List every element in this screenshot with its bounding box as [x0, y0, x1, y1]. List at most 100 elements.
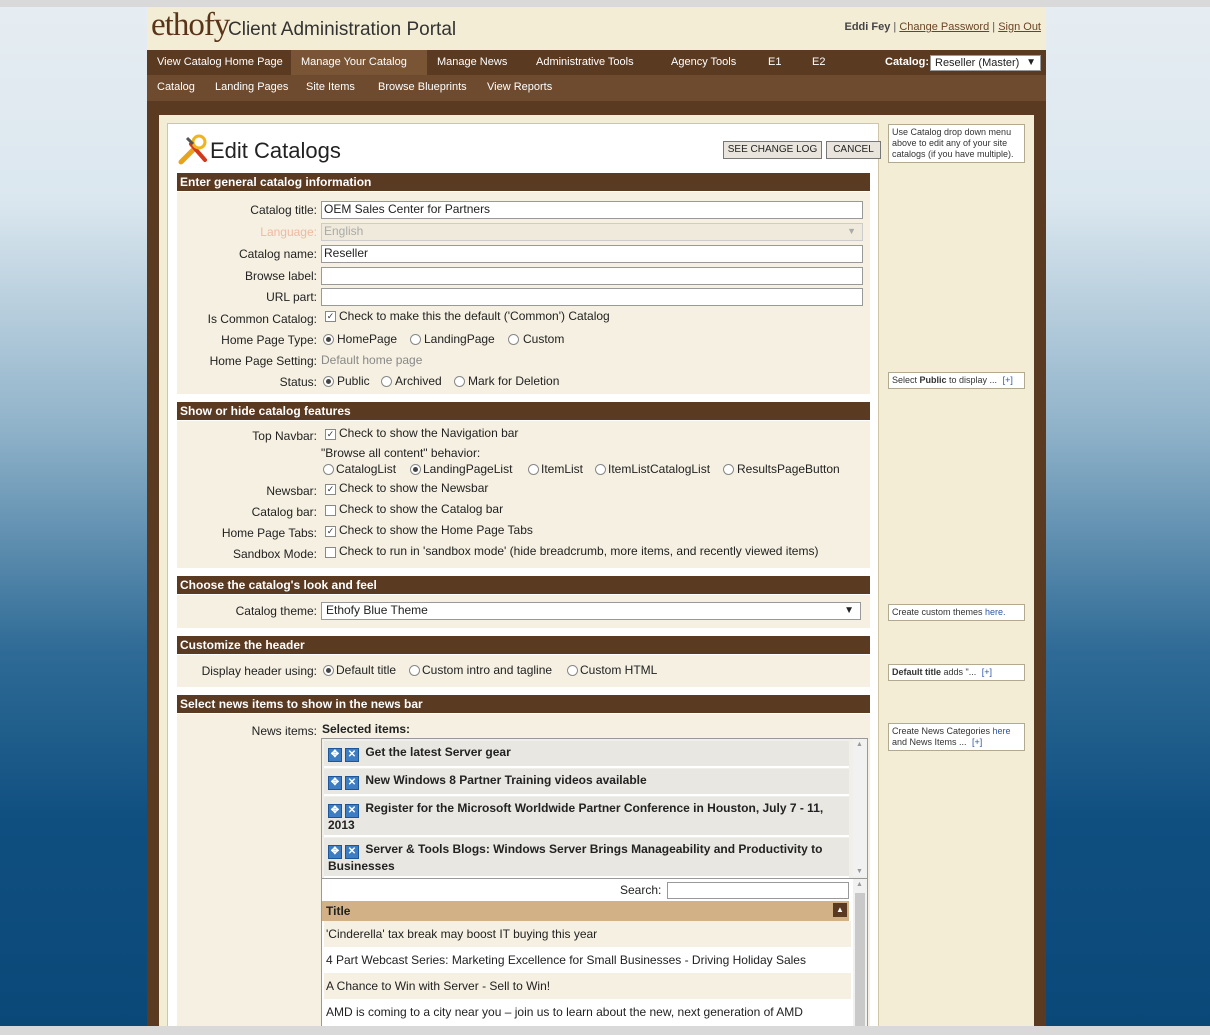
selected-news-item[interactable]: ✥ ✕ Server & Tools Blogs: Windows Server … — [324, 838, 849, 878]
picker-scrollbar[interactable]: ▲ — [853, 879, 867, 1026]
selected-news-item[interactable]: ✥ ✕ Register for the Microsoft Worldwide … — [324, 797, 849, 837]
title-column-header[interactable]: Title ▲ — [322, 901, 849, 921]
search-input[interactable] — [667, 882, 849, 899]
separator: | — [992, 21, 996, 33]
remove-icon[interactable]: ✕ — [345, 776, 359, 790]
status-mark-deletion-radio[interactable] — [454, 376, 465, 387]
selected-items-label: Selected items: — [322, 722, 411, 736]
catalog-title-input[interactable]: OEM Sales Center for Partners — [321, 201, 863, 219]
status-public-radio[interactable] — [323, 376, 334, 387]
nav-administrative-tools[interactable]: Administrative Tools — [526, 50, 644, 75]
home-page-type-custom-radio[interactable] — [508, 334, 519, 345]
tip-text: Select — [892, 375, 920, 385]
url-part-row: URL part: — [177, 287, 870, 307]
home-tabs-text: Check to show the Home Page Tabs — [339, 523, 533, 537]
section-news: News items: Selected items: ✥ ✕ Get the l… — [177, 714, 870, 1026]
status-label: Status: — [279, 375, 317, 389]
nav-e1[interactable]: E1 — [758, 50, 791, 75]
subnav-site-items[interactable]: Site Items — [306, 75, 355, 100]
ethofy-logo[interactable]: ethofy — [151, 7, 230, 44]
cancel-button[interactable]: CANCEL — [826, 141, 881, 159]
catalog-name-input[interactable]: Reseller — [321, 245, 863, 263]
newsbar-row: Newsbar: ✓ Check to show the Newsbar — [177, 481, 870, 501]
nav-agency-tools[interactable]: Agency Tools — [661, 50, 746, 75]
nav-manage-news[interactable]: Manage News — [427, 50, 517, 75]
tip-text: Create News Categories — [892, 726, 993, 736]
sign-out-link[interactable]: Sign Out — [998, 21, 1041, 33]
scroll-up-icon[interactable]: ▲ — [856, 741, 863, 748]
section-features-header: Show or hide catalog features — [177, 402, 870, 420]
selected-news-item[interactable]: ✥ ✕ Get the latest Server gear — [324, 741, 849, 768]
browse-landingpagelist-radio[interactable] — [410, 464, 421, 475]
news-categories-link[interactable]: here — [993, 726, 1011, 736]
section-look-header: Choose the catalog's look and feel — [177, 576, 870, 594]
catalog-select[interactable]: Reseller (Master) ▼ — [930, 55, 1041, 71]
home-page-type-homepage-radio[interactable] — [323, 334, 334, 345]
scroll-down-icon[interactable]: ▼ — [856, 868, 863, 875]
section-general: Catalog title: OEM Sales Center for Part… — [177, 192, 870, 394]
remove-icon[interactable]: ✕ — [345, 748, 359, 762]
header-custom-html-radio[interactable] — [567, 665, 578, 676]
see-change-log-button[interactable]: SEE CHANGE LOG — [723, 141, 822, 159]
is-common-label: Is Common Catalog: — [207, 312, 317, 326]
scroll-thumb[interactable] — [855, 893, 865, 1026]
nav-manage-your-catalog[interactable]: Manage Your Catalog — [291, 50, 427, 75]
tip-text: adds "... — [941, 667, 977, 677]
catalog-bar-row: Catalog bar: Check to show the Catalog b… — [177, 502, 870, 522]
available-news-picker: Search: Title ▲ 'Cinderella' tax break m… — [321, 878, 868, 1026]
nav-e2[interactable]: E2 — [802, 50, 835, 75]
theme-select[interactable]: Ethofy Blue Theme ▼ — [321, 602, 861, 620]
section-header-header: Customize the header — [177, 636, 870, 654]
is-common-checkbox[interactable]: ✓ — [325, 311, 336, 322]
newsbar-checkbox[interactable]: ✓ — [325, 484, 336, 495]
scroll-up-icon[interactable]: ▲ — [856, 881, 863, 888]
news-item-title: Register for the Microsoft Worldwide Par… — [328, 801, 824, 832]
nav-view-catalog-home[interactable]: View Catalog Home Page — [147, 50, 293, 75]
available-news-row[interactable]: AMD is coming to a city near you – join … — [324, 999, 851, 1025]
home-page-setting-value: Default home page — [321, 353, 423, 367]
browse-resultspagebutton-radio[interactable] — [723, 464, 734, 475]
secondary-nav: Catalog Landing Pages Site Items Browse … — [147, 75, 1046, 101]
browse-label-input[interactable] — [321, 267, 863, 285]
browse-cataloglist-radio[interactable] — [323, 464, 334, 475]
home-page-type-landingpage-radio[interactable] — [410, 334, 421, 345]
subnav-view-reports[interactable]: View Reports — [487, 75, 552, 100]
move-icon[interactable]: ✥ — [328, 804, 342, 818]
header-tip-more-link[interactable]: [+] — [982, 667, 992, 677]
status-tip-more-link[interactable]: [+] — [1003, 375, 1013, 385]
move-icon[interactable]: ✥ — [328, 748, 342, 762]
top-navbar-checkbox[interactable]: ✓ — [325, 429, 336, 440]
subnav-catalog[interactable]: Catalog — [157, 75, 195, 100]
header-default-title-radio[interactable] — [323, 665, 334, 676]
available-news-row[interactable]: A Chance to Win with Server - Sell to Wi… — [324, 973, 851, 999]
status-archived-radio[interactable] — [381, 376, 392, 387]
tip-text: Create custom themes — [892, 607, 986, 617]
header-custom-intro-radio[interactable] — [409, 665, 420, 676]
option-label: CatalogList — [336, 462, 397, 476]
remove-icon[interactable]: ✕ — [345, 845, 359, 859]
browse-all-label: "Browse all content" behavior: — [321, 446, 481, 460]
custom-themes-link[interactable]: here. — [985, 607, 1006, 617]
option-label: Custom HTML — [580, 663, 658, 677]
move-icon[interactable]: ✥ — [328, 776, 342, 790]
tools-icon — [178, 134, 207, 165]
change-password-link[interactable]: Change Password — [899, 21, 989, 33]
section-look: Catalog theme: Ethofy Blue Theme ▼ — [177, 595, 870, 628]
news-tip-more-link[interactable]: [+] — [972, 737, 982, 747]
selected-news-item[interactable]: ✥ ✕ New Windows 8 Partner Training videos… — [324, 769, 849, 796]
subnav-browse-blueprints[interactable]: Browse Blueprints — [378, 75, 467, 100]
sandbox-checkbox[interactable] — [325, 547, 336, 558]
available-news-row[interactable]: 4 Part Webcast Series: Marketing Excelle… — [324, 947, 851, 973]
move-icon[interactable]: ✥ — [328, 845, 342, 859]
available-news-row[interactable]: 'Cinderella' tax break may boost IT buyi… — [324, 921, 851, 947]
selected-list-scrollbar[interactable]: ▲ ▼ — [853, 739, 867, 877]
remove-icon[interactable]: ✕ — [345, 804, 359, 818]
catalog-bar-checkbox[interactable] — [325, 505, 336, 516]
url-part-input[interactable] — [321, 288, 863, 306]
browse-itemlist-radio[interactable] — [528, 464, 539, 475]
home-tabs-checkbox[interactable]: ✓ — [325, 526, 336, 537]
browse-itemlistcataloglist-radio[interactable] — [595, 464, 606, 475]
subnav-landing-pages[interactable]: Landing Pages — [215, 75, 288, 100]
browse-options-row: CatalogList LandingPageList ItemList Ite… — [177, 460, 870, 480]
sort-icon[interactable]: ▲ — [833, 903, 847, 917]
